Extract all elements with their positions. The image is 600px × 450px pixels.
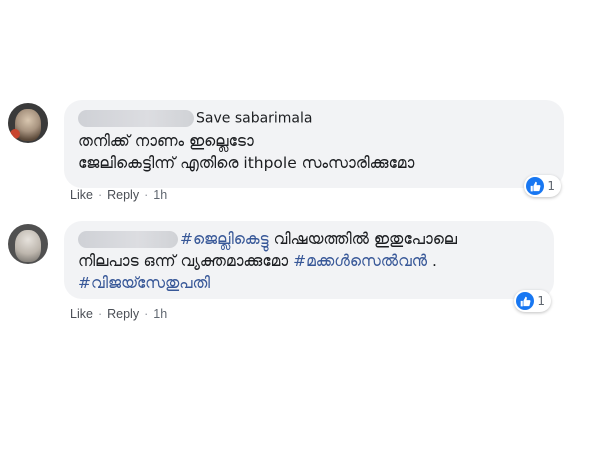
comment-actions: Like · Reply · 1h	[70, 188, 168, 202]
hashtag-link[interactable]: #മക്കൾസെൽവൻ	[293, 252, 427, 270]
author-name[interactable]: Save sabarimala	[196, 111, 312, 127]
like-link[interactable]: Like	[70, 307, 93, 321]
reply-link[interactable]: Reply	[107, 307, 139, 321]
like-link[interactable]: Like	[70, 188, 93, 202]
like-thumbs-up-icon	[526, 177, 545, 195]
reaction-count: 1	[547, 179, 555, 193]
reaction-badge[interactable]: 1	[524, 175, 561, 197]
comment-bubble: Save sabarimala തനിക്ക് നാണം ഇല്ലെടോ ജേല…	[64, 100, 564, 197]
comment-text-line: #വിജയ്സേതുപതി	[78, 272, 540, 294]
redacted-author-name	[78, 110, 194, 127]
timestamp[interactable]: 1h	[153, 188, 167, 202]
hashtag-link[interactable]: #ജെല്ലികെട്ടു	[180, 230, 269, 248]
reaction-count: 1	[537, 294, 545, 308]
comment-author-line: Save sabarimala	[78, 107, 550, 130]
reply-link[interactable]: Reply	[107, 188, 139, 202]
like-thumbs-up-icon	[516, 292, 535, 310]
hashtag-link[interactable]: #വിജയ്സേതുപതി	[78, 274, 210, 292]
comment-text-line: ജേലികെട്ടിന്ന് എതിരെ ithpole സംസാരിക്കുമ…	[78, 153, 415, 172]
comment-text-line: തനിക്ക് നാണം ഇല്ലെടോ	[78, 131, 254, 150]
comment-text-line: #ജെല്ലികെട്ടു വിഷയത്തിൽ ഇതുപോലെ	[78, 228, 540, 250]
comment-thread: Save sabarimala തനിക്ക് നാണം ഇല്ലെടോ ജേല…	[0, 0, 600, 450]
avatar[interactable]	[8, 224, 48, 264]
reaction-badge[interactable]: 1	[514, 290, 551, 312]
comment-bubble: #ജെല്ലികെട്ടു വിഷയത്തിൽ ഇതുപോലെ നിലപാട ഒ…	[64, 221, 554, 312]
avatar[interactable]	[8, 103, 48, 143]
comment-actions: Like · Reply · 1h	[70, 307, 168, 321]
comment-text-line: നിലപാട ഒന്ന് വ്യക്തമാക്കുമോ #മക്കൾസെൽവൻ …	[78, 252, 437, 270]
redacted-author-name	[78, 231, 178, 248]
timestamp[interactable]: 1h	[153, 307, 167, 321]
